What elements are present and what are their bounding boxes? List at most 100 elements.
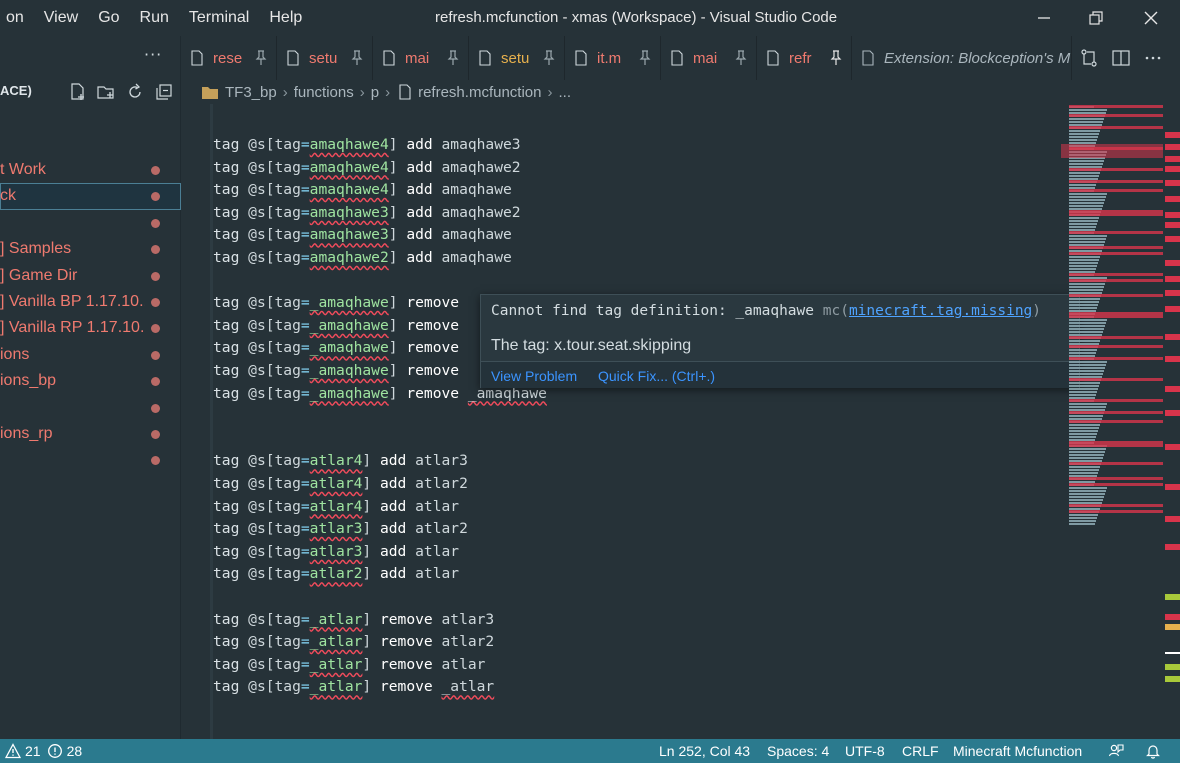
hover-diagnostic-code-link[interactable]: minecraft.tag.missing [849, 303, 1032, 319]
pin-icon[interactable] [734, 50, 748, 66]
pin-icon[interactable] [254, 50, 268, 66]
code-line[interactable]: tag @s[tag=amaqhawe4] add amaqhawe [213, 179, 512, 201]
open-changes-button[interactable] [1079, 48, 1099, 68]
breadcrumb-item-file[interactable]: refresh.mcfunction [418, 84, 541, 101]
code-line[interactable]: tag @s[tag=atlar3] add atlar2 [213, 518, 468, 540]
code-editor[interactable]: tag @s[tag=amaqhawe4] add amaqhawe3 tag @… [181, 104, 1061, 739]
overview-ruler-marker [1165, 664, 1180, 670]
code-tag-name: amaqhawe4 [309, 181, 389, 199]
tree-item[interactable]: ck [0, 183, 181, 210]
file-icon [671, 50, 683, 66]
pin-icon[interactable] [542, 50, 556, 66]
sidebar-more-actions[interactable]: ··· [144, 45, 162, 64]
code-line[interactable]: tag @s[tag=atlar4] add atlar3 [213, 450, 468, 472]
editor-tab[interactable]: Extension: Blockception's M [852, 36, 1072, 80]
tree-item[interactable]: ] Samples [0, 236, 181, 262]
code-line[interactable]: tag @s[tag=amaqhawe4] add amaqhawe2 [213, 157, 521, 179]
code-line[interactable]: tag @s[tag=amaqhawe2] add amaqhawe [213, 247, 512, 269]
code-line[interactable]: tag @s[tag=atlar4] add atlar2 [213, 473, 468, 495]
code-line[interactable]: tag @s[tag=atlar4] add atlar [213, 496, 459, 518]
code-line[interactable]: tag @s[tag=amaqhawe3] add amaqhawe2 [213, 202, 521, 224]
editor-tab[interactable]: rese [181, 36, 277, 80]
tree-item[interactable]: ] Vanilla BP 1.17.10... [0, 289, 181, 315]
menu-terminal[interactable]: Terminal [179, 0, 259, 36]
code-line[interactable]: tag @s[tag=amaqhawe3] add amaqhawe [213, 224, 512, 246]
tree-item[interactable]: ions_bp [0, 368, 181, 394]
collapse-all-button[interactable] [154, 82, 174, 102]
menu-help[interactable]: Help [259, 0, 312, 36]
language-mode[interactable]: Minecraft Mcfunction [953, 739, 1082, 763]
code-line[interactable]: tag @s[tag=_amaqhawe] remove [213, 292, 468, 314]
new-folder-button[interactable] [96, 82, 116, 102]
split-editor-icon [1112, 50, 1130, 66]
code-operator: = [300, 452, 310, 470]
split-editor-button[interactable] [1111, 48, 1131, 68]
editor-tab[interactable]: mai [373, 36, 469, 80]
pin-icon[interactable] [638, 50, 652, 66]
editor-tab[interactable]: setu [469, 36, 565, 80]
tree-item[interactable]: ions [0, 342, 181, 368]
close-window-button[interactable] [1125, 0, 1177, 36]
minimap[interactable] [1061, 104, 1163, 644]
minimap-line [1069, 385, 1099, 387]
code-line[interactable]: tag @s[tag=_amaqhawe] remove [213, 315, 468, 337]
view-problem-link[interactable]: View Problem [491, 368, 577, 384]
tree-item[interactable]: t Work [0, 157, 181, 183]
breadcrumb-item-functions[interactable]: functions [294, 84, 354, 101]
minimap-error-marker [1069, 420, 1163, 423]
tree-item[interactable] [0, 210, 181, 236]
code-line[interactable]: tag @s[tag=atlar2] add atlar [213, 563, 459, 585]
code-line[interactable]: tag @s[tag=_atlar] remove atlar [213, 654, 485, 676]
editor-tab[interactable]: setu [277, 36, 373, 80]
code-line[interactable]: tag @s[tag=amaqhawe4] add amaqhawe3 [213, 134, 521, 156]
end-of-line[interactable]: CRLF [902, 739, 939, 763]
menu-view[interactable]: View [34, 0, 88, 36]
encoding[interactable]: UTF-8 [845, 739, 885, 763]
minimap-line [1069, 388, 1098, 390]
minimap-line [1069, 184, 1096, 186]
restore-button[interactable] [1070, 0, 1122, 36]
tree-item[interactable]: ions_rp [0, 421, 181, 447]
new-file-icon [71, 83, 84, 100]
code-bracket: ] [362, 542, 372, 560]
minimize-button[interactable] [1018, 0, 1070, 36]
indentation[interactable]: Spaces: 4 [767, 739, 829, 763]
tree-item[interactable]: ] Vanilla RP 1.17.10... [0, 315, 181, 341]
new-file-button[interactable] [68, 82, 88, 102]
breadcrumb-item-p[interactable]: p [371, 84, 379, 101]
editor-tab[interactable]: it.m [565, 36, 661, 80]
tree-item[interactable] [0, 395, 181, 421]
minimap-line [1069, 196, 1106, 198]
code-selector: @s[tag [248, 203, 301, 221]
tree-item[interactable] [0, 447, 181, 473]
menu-selection[interactable]: on [0, 0, 34, 36]
pin-icon[interactable] [446, 50, 460, 66]
minimap-line [1069, 223, 1097, 225]
pin-icon[interactable] [829, 50, 843, 66]
editor-tab[interactable]: refr [757, 36, 852, 80]
code-line[interactable]: tag @s[tag=_atlar] remove atlar3 [213, 609, 494, 631]
code-line[interactable]: tag @s[tag=atlar3] add atlar [213, 541, 459, 563]
breadcrumb-item-symbol[interactable]: ... [558, 84, 571, 101]
quick-fix-link[interactable]: Quick Fix... (Ctrl+.) [598, 368, 715, 384]
code-line[interactable]: tag @s[tag=_amaqhawe] remove [213, 337, 468, 359]
code-operator: = [300, 384, 310, 402]
refresh-explorer-button[interactable] [125, 82, 145, 102]
cursor-position[interactable]: Ln 252, Col 43 [659, 739, 750, 763]
breadcrumb-item-tf3-bp[interactable]: TF3_bp [225, 84, 277, 101]
feedback-button[interactable] [1108, 739, 1124, 763]
tab-label: mai [693, 49, 718, 67]
code-line[interactable]: tag @s[tag=_atlar] remove _atlar [213, 676, 494, 698]
problems-indicator[interactable]: 21 28 [5, 739, 82, 763]
notifications-button[interactable] [1145, 739, 1161, 763]
editor-scrollbar[interactable] [1163, 104, 1180, 739]
more-actions-button[interactable] [1143, 48, 1163, 68]
editor-tab[interactable]: mai [661, 36, 757, 80]
pin-icon[interactable] [350, 50, 364, 66]
tree-item[interactable]: ] Game Dir [0, 263, 181, 289]
menu-go[interactable]: Go [88, 0, 129, 36]
menu-run[interactable]: Run [130, 0, 179, 36]
code-line[interactable]: tag @s[tag=_amaqhawe] remove [213, 360, 468, 382]
code-line[interactable]: tag @s[tag=_atlar] remove atlar2 [213, 631, 494, 653]
minimap-line [1069, 373, 1103, 375]
